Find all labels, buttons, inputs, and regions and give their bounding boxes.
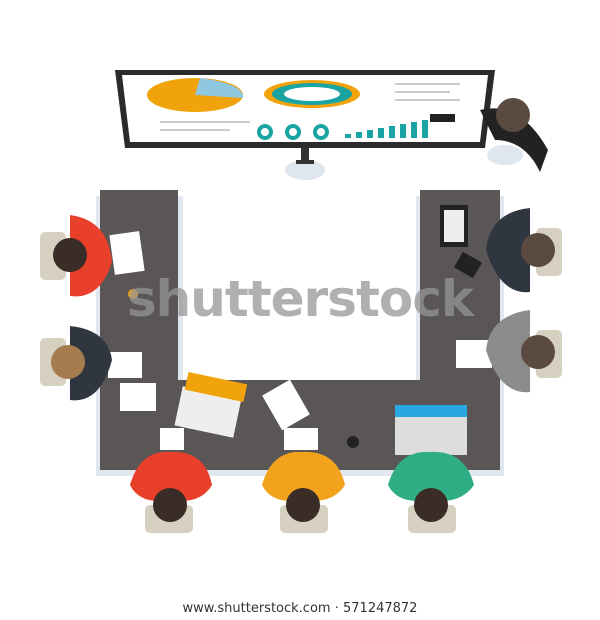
presentation-monitor <box>115 70 495 180</box>
footer-image-number: 571247872 <box>343 601 418 616</box>
attendee-bottom-left <box>130 451 212 533</box>
footer-separator: · <box>334 601 339 616</box>
attendee-bottom-middle <box>262 451 345 533</box>
illustration: shutterstock www.shutterstock.com · 5712… <box>0 0 600 620</box>
attendee-bottom-right <box>388 451 474 533</box>
watermark: shutterstock <box>126 270 474 328</box>
footer-credit: www.shutterstock.com · 571247872 <box>0 601 600 616</box>
footer-site: www.shutterstock.com <box>182 601 331 616</box>
